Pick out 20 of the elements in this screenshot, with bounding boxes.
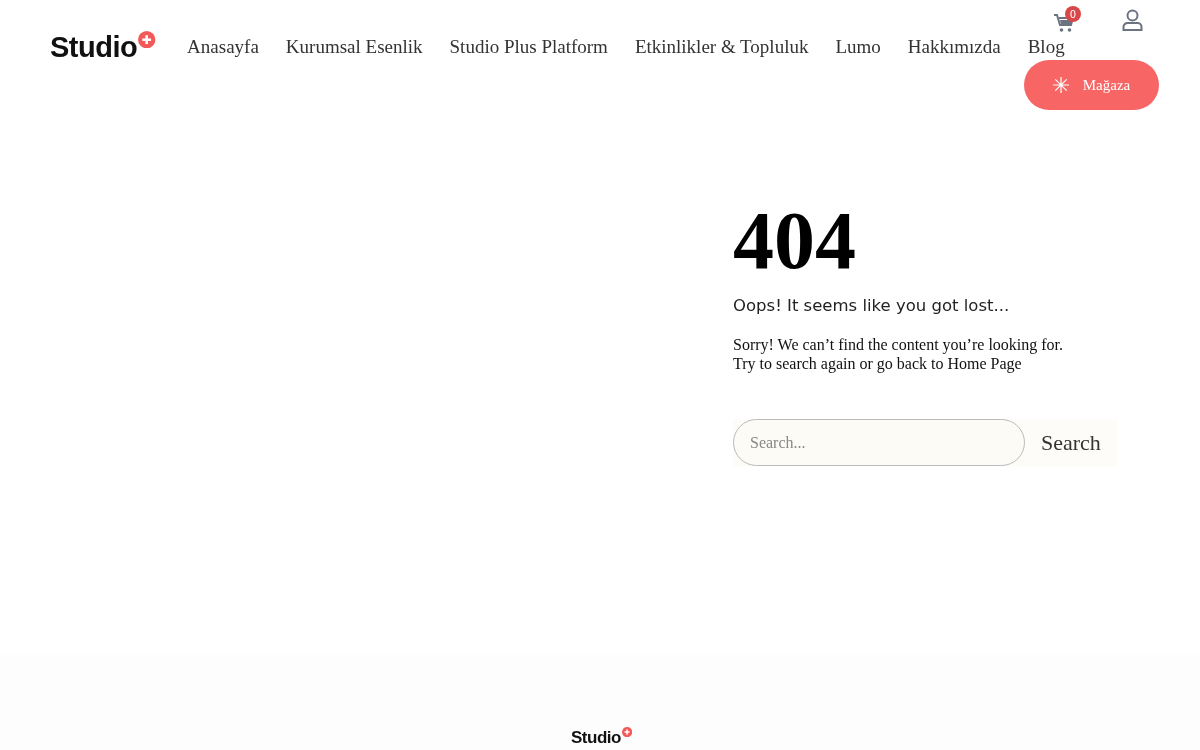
nav-link[interactable]: Hakkımızda [907, 36, 1001, 58]
nav-link[interactable]: Blog [1027, 36, 1065, 58]
error-code: 404 [733, 200, 857, 282]
logo[interactable]: Studio [571, 729, 633, 746]
user-icon[interactable] [1122, 9, 1143, 31]
logo[interactable]: Studio [50, 32, 156, 62]
error-title: Oops! It seems like you got lost... [733, 296, 1011, 315]
error-message: Sorry! We can’t find the content you’re looking for. Try to search again or go back to Home Page [733, 335, 1065, 373]
search-button[interactable]: Search [1025, 419, 1117, 466]
sparkle-icon [1052, 77, 1069, 93]
nav-link[interactable]: Anasayfa [187, 36, 259, 58]
nav-link[interactable]: Studio Plus Platform [449, 36, 608, 58]
nav-link[interactable]: Lumo [835, 36, 881, 58]
cart-count-badge: 0 [1065, 6, 1081, 22]
cart-icon[interactable] [1053, 12, 1075, 34]
nav-link[interactable]: Etkinlikler & Topluluk [634, 36, 809, 58]
plus-icon [621, 727, 633, 738]
search-field[interactable]: Search... [733, 419, 1025, 466]
nav-link[interactable]: Kurumsal Esenlik [285, 36, 423, 58]
plus-icon [138, 30, 156, 48]
